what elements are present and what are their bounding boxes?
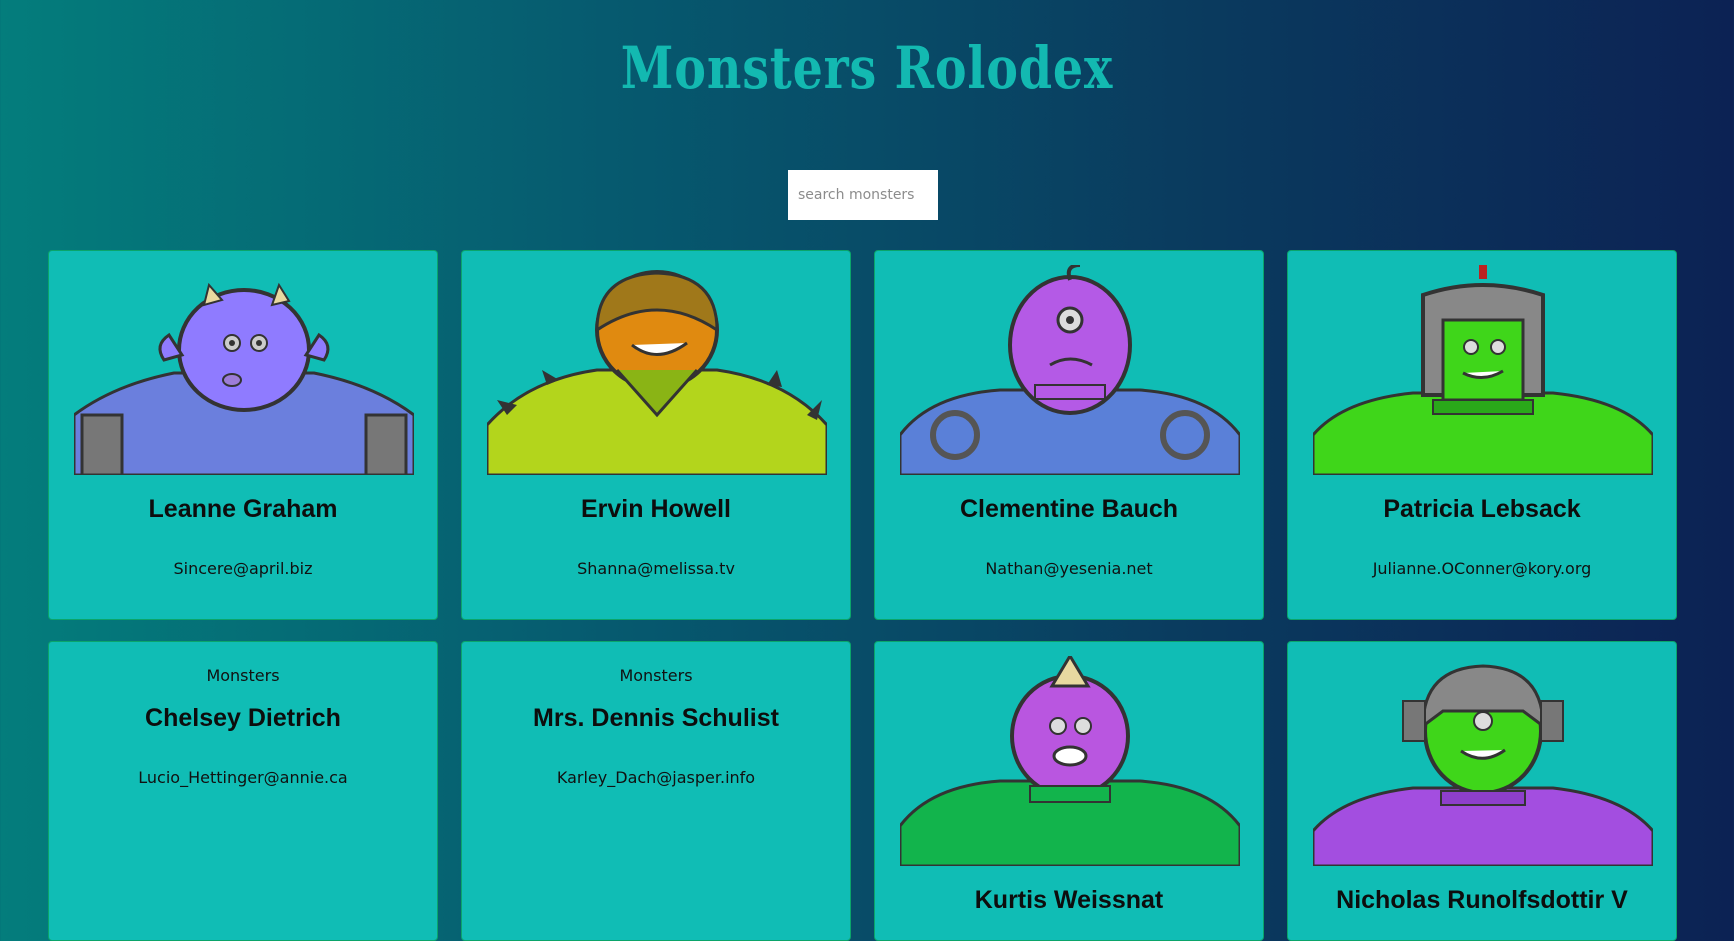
orange-spiky-monster-image	[487, 270, 827, 475]
monster-card[interactable]: Monsters Mrs. Dennis Schulist Karley_Dac…	[461, 641, 851, 941]
monster-email: Julianne.OConner@kory.org	[1372, 559, 1592, 578]
monster-email: Sincere@april.biz	[173, 559, 313, 578]
green-robot-helmet-monster-image	[1313, 664, 1653, 866]
monster-name: Patricia Lebsack	[1383, 495, 1581, 523]
monster-email: Nathan@yesenia.net	[985, 559, 1153, 578]
image-alt-text: Monsters	[619, 666, 693, 685]
purple-cyclops-robot-monster-image	[900, 265, 1240, 475]
image-alt-text: Monsters	[206, 666, 280, 685]
green-helmet-monster-image	[1313, 265, 1653, 475]
page-title: Monsters Rolodex	[620, 34, 1114, 102]
monster-name: Mrs. Dennis Schulist	[533, 704, 779, 732]
monster-card[interactable]: Ervin Howell Shanna@melissa.tv	[461, 250, 851, 620]
search-input[interactable]	[788, 170, 938, 220]
monster-name: Chelsey Dietrich	[145, 704, 341, 732]
monster-name: Leanne Graham	[148, 495, 338, 523]
monster-card[interactable]: Clementine Bauch Nathan@yesenia.net	[874, 250, 1264, 620]
monster-name: Ervin Howell	[580, 495, 732, 523]
monster-email: Lucio_Hettinger@annie.ca	[138, 768, 348, 787]
monster-card[interactable]: Monsters Chelsey Dietrich Lucio_Hettinge…	[48, 641, 438, 941]
monster-card[interactable]: Patricia Lebsack Julianne.OConner@kory.o…	[1287, 250, 1677, 620]
purple-horned-monster-image	[74, 282, 414, 475]
monster-card[interactable]: Kurtis Weissnat	[874, 641, 1264, 941]
monster-card[interactable]: Leanne Graham Sincere@april.biz	[48, 250, 438, 620]
monster-email: Shanna@melissa.tv	[577, 559, 735, 578]
monster-name: Clementine Bauch	[959, 495, 1179, 523]
monster-card[interactable]: Nicholas Runolfsdottir V	[1287, 641, 1677, 941]
monster-name: Nicholas Runolfsdottir V	[1336, 886, 1628, 914]
purple-unicorn-monster-image	[900, 656, 1240, 866]
monster-email: Karley_Dach@jasper.info	[556, 768, 756, 787]
monster-name: Kurtis Weissnat	[974, 886, 1164, 914]
